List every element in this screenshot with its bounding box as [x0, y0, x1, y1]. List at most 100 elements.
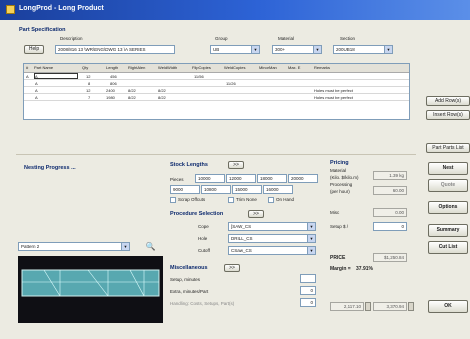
stock-length-6[interactable]: 10800	[201, 185, 231, 194]
right-alen-cell: 8/22	[128, 95, 136, 100]
chevron-down-icon[interactable]: ▼	[251, 46, 259, 53]
table-row[interactable]: A 12 2400 8/22 8/22 Holes must be perfec…	[24, 87, 409, 94]
qty-cell: 12	[86, 88, 91, 93]
options-button[interactable]: Options	[428, 201, 468, 214]
scrap-offcuts-checkbox[interactable]	[170, 197, 176, 203]
material-select[interactable]: 300+ ▼	[272, 45, 322, 54]
chevron-down-icon[interactable]: ▼	[313, 46, 321, 53]
setup-minutes-field[interactable]	[300, 274, 316, 283]
part-name-cell: A	[35, 88, 38, 93]
chevron-down-icon[interactable]: ▼	[307, 223, 315, 230]
stock-length-8[interactable]: 16000	[263, 185, 293, 194]
stock-lengths-button[interactable]: >>	[228, 161, 244, 169]
length-cell: 2400	[106, 88, 115, 93]
stock-length-4[interactable]: 20000	[288, 174, 318, 183]
chevron-down-icon[interactable]: ▼	[121, 243, 129, 250]
app-icon	[6, 5, 15, 14]
nesting-preview	[18, 256, 163, 323]
stock-length-1[interactable]: 10000	[195, 174, 225, 183]
description-field[interactable]: 2008/816 13 \WR\ENG\DWG 13 \A SERIES	[55, 45, 175, 54]
remarks-cell: Holes must be perfect	[314, 88, 353, 93]
hole-select[interactable]: DRILL_CS ▼	[228, 234, 316, 243]
summary-button[interactable]: Summary	[428, 224, 468, 237]
divider	[16, 154, 416, 155]
trim-none-checkbox[interactable]	[228, 197, 234, 203]
processing-sub: (per hour)	[330, 189, 350, 194]
cutoff-label: Cutoff	[198, 248, 210, 253]
cope-value: [SAW_CS	[231, 224, 252, 229]
extra-minutes-field[interactable]: 0	[300, 286, 316, 295]
margin-label: Margin =	[330, 266, 351, 272]
hole-label: Hole	[198, 236, 208, 241]
stock-length-2[interactable]: 12000	[226, 174, 256, 183]
table-row[interactable]: A A 12 456 11/56	[24, 73, 409, 80]
chevron-down-icon[interactable]: ▼	[307, 247, 315, 254]
pieces-label: Pieces	[170, 177, 184, 182]
parts-grid[interactable]: # Part Name Qty Length RightAlen WeldWid…	[23, 63, 410, 120]
header-flip-copies: FlipCopies	[192, 65, 211, 70]
scrap-offcuts-label: Scrap Offcuts	[178, 197, 206, 202]
processing-label: Processing	[330, 182, 353, 187]
group-label: Group	[215, 36, 228, 41]
insert-row-button[interactable]: Insert Row(s)	[426, 110, 470, 120]
pricing-material-sub: (Kilo. $/kilo.m)	[330, 175, 359, 180]
length-cell: 806	[110, 81, 117, 86]
section-select[interactable]: 200UB18 ▼	[333, 45, 393, 54]
window-title: LongProd - Long Product	[19, 5, 104, 12]
setup-price-field[interactable]: 0	[373, 222, 407, 231]
cope-label: Cope	[198, 224, 209, 229]
material-value: 300+	[275, 47, 286, 52]
chevron-down-icon[interactable]: ▼	[384, 46, 392, 53]
section-value: 200UB18	[336, 47, 355, 52]
cut-list-button[interactable]: Cut List	[428, 241, 468, 254]
stock-length-5[interactable]: 9000	[170, 185, 200, 194]
chevron-down-icon[interactable]: ▼	[307, 235, 315, 242]
material-label: Material	[278, 36, 295, 41]
row-num: A	[26, 74, 29, 79]
misc-price-label: Misc	[330, 210, 340, 215]
pricing-material-value: 1.39 kg	[373, 171, 407, 180]
header-num: #	[26, 65, 29, 70]
weld-copies-cell: 11/26	[226, 81, 236, 86]
title-bar[interactable]: LongProd - Long Product	[0, 0, 470, 20]
quote-button[interactable]: Quote	[428, 179, 468, 192]
pattern-select[interactable]: Pattern 2 ▼	[18, 242, 130, 251]
spin-icon[interactable]	[408, 302, 414, 311]
weld-width-cell: 8/22	[158, 88, 166, 93]
table-row[interactable]: A 7 1980 8/22 8/22 Holes must be perfect	[24, 94, 409, 101]
hole-value: DRILL_CS	[231, 236, 253, 241]
stock-length-7[interactable]: 15000	[232, 185, 262, 194]
part-list-button[interactable]: Part Parts List	[426, 143, 470, 153]
help-button[interactable]: Help	[24, 45, 44, 54]
setup-minutes-label: Setup, minutes	[170, 277, 201, 282]
cutoff-select[interactable]: CSaw_CS ▼	[228, 246, 316, 255]
header-minor-man: MinorMan	[259, 65, 277, 70]
group-value: UB	[213, 47, 220, 52]
on-hand-checkbox[interactable]	[268, 197, 274, 203]
zoom-icon[interactable]: 🔍	[145, 241, 156, 252]
header-weld-copies: WeldCopies	[224, 65, 246, 70]
extra-minutes-label: Extra, minutes/Part	[170, 289, 209, 294]
misc-button[interactable]: >>	[224, 264, 240, 272]
spin-icon[interactable]	[365, 302, 371, 311]
part-name-cell[interactable]: A	[34, 73, 78, 79]
header-length: Length	[106, 65, 119, 70]
price-value: $1,250.84	[373, 253, 407, 262]
stock-length-3[interactable]: 18000	[257, 174, 287, 183]
right-alen-cell: 8/22	[128, 88, 136, 93]
main-window: LongProd - Long Product Part Specificati…	[0, 0, 470, 339]
qty-cell: 7	[88, 95, 91, 100]
header-weld-width: WeldWidth	[158, 65, 178, 70]
handling-field[interactable]: 0	[300, 298, 316, 307]
nest-button[interactable]: Nest	[428, 162, 468, 175]
processing-value: 60.00	[373, 186, 407, 195]
ok-button[interactable]: OK	[428, 300, 468, 313]
procedure-button[interactable]: >>	[248, 210, 264, 218]
table-row[interactable]: A 8 806 11/26	[24, 80, 409, 87]
add-row-button[interactable]: Add Row(s)	[426, 96, 470, 106]
header-right-alen: RightAlen	[128, 65, 146, 70]
cope-select[interactable]: [SAW_CS ▼	[228, 222, 316, 231]
qty-cell: 8	[88, 81, 91, 86]
length-cell: 1980	[106, 95, 115, 100]
group-select[interactable]: UB ▼	[210, 45, 260, 54]
